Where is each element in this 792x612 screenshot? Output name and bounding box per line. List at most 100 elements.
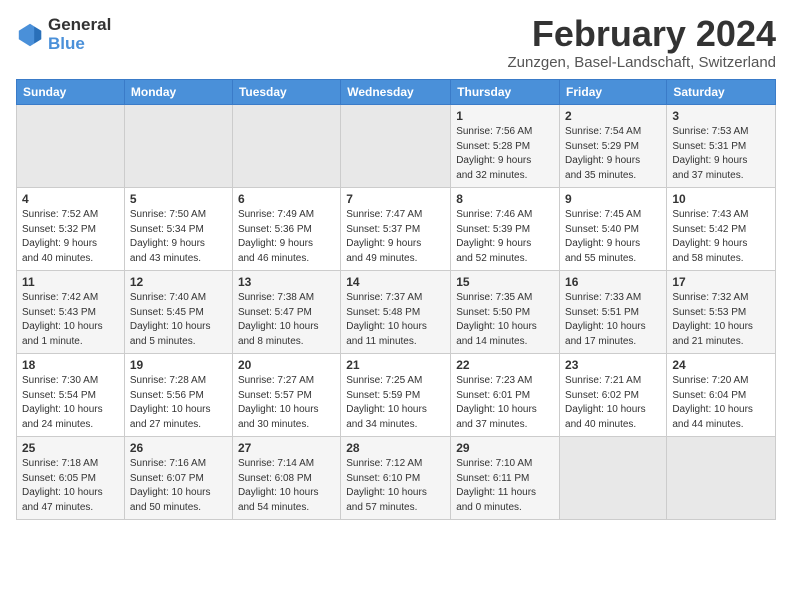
calendar-cell: 8 Sunrise: 7:46 AM Sunset: 5:39 PM Daylig… xyxy=(451,188,560,271)
calendar-cell: 9 Sunrise: 7:45 AM Sunset: 5:40 PM Daylig… xyxy=(560,188,667,271)
calendar-cell: 18 Sunrise: 7:30 AM Sunset: 5:54 PM Dayli… xyxy=(17,354,125,437)
weekday-header-saturday: Saturday xyxy=(667,80,776,105)
calendar-cell: 26 Sunrise: 7:16 AM Sunset: 6:07 PM Dayli… xyxy=(124,437,232,520)
day-info: Sunrise: 7:47 AM Sunset: 5:37 PM Dayligh… xyxy=(346,208,445,266)
day-info: Sunrise: 7:53 AM Sunset: 5:31 PM Dayligh… xyxy=(672,125,770,183)
day-number: 23 xyxy=(565,358,661,372)
calendar-cell: 11 Sunrise: 7:42 AM Sunset: 5:43 PM Dayli… xyxy=(17,271,125,354)
day-info: Sunrise: 7:49 AM Sunset: 5:36 PM Dayligh… xyxy=(238,208,335,266)
day-info: Sunrise: 7:30 AM Sunset: 5:54 PM Dayligh… xyxy=(22,374,119,432)
day-number: 7 xyxy=(346,192,445,206)
day-number: 20 xyxy=(238,358,335,372)
day-info: Sunrise: 7:42 AM Sunset: 5:43 PM Dayligh… xyxy=(22,291,119,349)
calendar-cell xyxy=(560,437,667,520)
calendar-cell: 12Sunrise: 7:40 AM Sunset: 5:45 PM Dayli… xyxy=(124,271,232,354)
day-number: 29 xyxy=(456,441,554,455)
week-row-1: 4Sunrise: 7:52 AM Sunset: 5:32 PM Daylig… xyxy=(17,188,776,271)
day-info: Sunrise: 7:46 AM Sunset: 5:39 PM Dayligh… xyxy=(456,208,554,266)
day-number: 5 xyxy=(130,192,227,206)
day-info: Sunrise: 7:23 AM Sunset: 6:01 PM Dayligh… xyxy=(456,374,554,432)
day-number: 22 xyxy=(456,358,554,372)
day-number: 3 xyxy=(672,109,770,123)
calendar-cell: 1 Sunrise: 7:56 AM Sunset: 5:28 PM Daylig… xyxy=(451,105,560,188)
weekday-header-friday: Friday xyxy=(560,80,667,105)
weekday-header-thursday: Thursday xyxy=(451,80,560,105)
week-row-0: 1 Sunrise: 7:56 AM Sunset: 5:28 PM Daylig… xyxy=(17,105,776,188)
day-number: 13 xyxy=(238,275,335,289)
day-info: Sunrise: 7:10 AM Sunset: 6:11 PM Dayligh… xyxy=(456,457,554,515)
day-number: 24 xyxy=(672,358,770,372)
calendar-cell: 23 Sunrise: 7:21 AM Sunset: 6:02 PM Dayli… xyxy=(560,354,667,437)
calendar-cell xyxy=(232,105,340,188)
day-number: 6 xyxy=(238,192,335,206)
day-info: Sunrise: 7:43 AM Sunset: 5:42 PM Dayligh… xyxy=(672,208,770,266)
day-number: 16 xyxy=(565,275,661,289)
weekday-header-tuesday: Tuesday xyxy=(232,80,340,105)
logo: General Blue xyxy=(16,16,111,53)
day-info: Sunrise: 7:32 AM Sunset: 5:53 PM Dayligh… xyxy=(672,291,770,349)
day-number: 25 xyxy=(22,441,119,455)
day-number: 10 xyxy=(672,192,770,206)
calendar-cell: 3 Sunrise: 7:53 AM Sunset: 5:31 PM Daylig… xyxy=(667,105,776,188)
day-info: Sunrise: 7:50 AM Sunset: 5:34 PM Dayligh… xyxy=(130,208,227,266)
weekday-header-wednesday: Wednesday xyxy=(341,80,451,105)
calendar-cell: 6 Sunrise: 7:49 AM Sunset: 5:36 PM Daylig… xyxy=(232,188,340,271)
day-info: Sunrise: 7:38 AM Sunset: 5:47 PM Dayligh… xyxy=(238,291,335,349)
weekday-header-monday: Monday xyxy=(124,80,232,105)
day-number: 26 xyxy=(130,441,227,455)
title-area: February 2024 Zunzgen, Basel-Landschaft,… xyxy=(508,16,776,71)
logo-text: General Blue xyxy=(48,16,111,53)
calendar-cell: 29 Sunrise: 7:10 AM Sunset: 6:11 PM Dayli… xyxy=(451,437,560,520)
day-info: Sunrise: 7:14 AM Sunset: 6:08 PM Dayligh… xyxy=(238,457,335,515)
calendar-cell: 16 Sunrise: 7:33 AM Sunset: 5:51 PM Dayli… xyxy=(560,271,667,354)
calendar-cell: 28 Sunrise: 7:12 AM Sunset: 6:10 PM Dayli… xyxy=(341,437,451,520)
day-info: Sunrise: 7:45 AM Sunset: 5:40 PM Dayligh… xyxy=(565,208,661,266)
day-info: Sunrise: 7:54 AM Sunset: 5:29 PM Dayligh… xyxy=(565,125,661,183)
day-number: 18 xyxy=(22,358,119,372)
day-number: 1 xyxy=(456,109,554,123)
calendar-cell xyxy=(341,105,451,188)
week-row-4: 25Sunrise: 7:18 AM Sunset: 6:05 PM Dayli… xyxy=(17,437,776,520)
calendar-cell xyxy=(667,437,776,520)
day-info: Sunrise: 7:27 AM Sunset: 5:57 PM Dayligh… xyxy=(238,374,335,432)
day-info: Sunrise: 7:20 AM Sunset: 6:04 PM Dayligh… xyxy=(672,374,770,432)
calendar-cell: 20 Sunrise: 7:27 AM Sunset: 5:57 PM Dayli… xyxy=(232,354,340,437)
calendar-cell xyxy=(124,105,232,188)
day-info: Sunrise: 7:52 AM Sunset: 5:32 PM Dayligh… xyxy=(22,208,119,266)
day-info: Sunrise: 7:12 AM Sunset: 6:10 PM Dayligh… xyxy=(346,457,445,515)
day-number: 28 xyxy=(346,441,445,455)
calendar-cell: 19Sunrise: 7:28 AM Sunset: 5:56 PM Dayli… xyxy=(124,354,232,437)
day-number: 2 xyxy=(565,109,661,123)
month-title: February 2024 xyxy=(508,16,776,52)
calendar-cell: 14Sunrise: 7:37 AM Sunset: 5:48 PM Dayli… xyxy=(341,271,451,354)
calendar-cell: 13 Sunrise: 7:38 AM Sunset: 5:47 PM Dayli… xyxy=(232,271,340,354)
day-number: 21 xyxy=(346,358,445,372)
calendar-cell: 5 Sunrise: 7:50 AM Sunset: 5:34 PM Daylig… xyxy=(124,188,232,271)
day-number: 12 xyxy=(130,275,227,289)
day-number: 27 xyxy=(238,441,335,455)
day-info: Sunrise: 7:56 AM Sunset: 5:28 PM Dayligh… xyxy=(456,125,554,183)
page-header: General Blue February 2024 Zunzgen, Base… xyxy=(16,16,776,71)
day-info: Sunrise: 7:35 AM Sunset: 5:50 PM Dayligh… xyxy=(456,291,554,349)
calendar-cell: 25Sunrise: 7:18 AM Sunset: 6:05 PM Dayli… xyxy=(17,437,125,520)
day-info: Sunrise: 7:25 AM Sunset: 5:59 PM Dayligh… xyxy=(346,374,445,432)
day-number: 8 xyxy=(456,192,554,206)
day-number: 9 xyxy=(565,192,661,206)
calendar-table: SundayMondayTuesdayWednesdayThursdayFrid… xyxy=(16,79,776,520)
day-info: Sunrise: 7:16 AM Sunset: 6:07 PM Dayligh… xyxy=(130,457,227,515)
calendar-cell: 17Sunrise: 7:32 AM Sunset: 5:53 PM Dayli… xyxy=(667,271,776,354)
week-row-2: 11 Sunrise: 7:42 AM Sunset: 5:43 PM Dayli… xyxy=(17,271,776,354)
day-info: Sunrise: 7:28 AM Sunset: 5:56 PM Dayligh… xyxy=(130,374,227,432)
calendar-cell: 22 Sunrise: 7:23 AM Sunset: 6:01 PM Dayli… xyxy=(451,354,560,437)
calendar-cell: 7 Sunrise: 7:47 AM Sunset: 5:37 PM Daylig… xyxy=(341,188,451,271)
weekday-header-sunday: Sunday xyxy=(17,80,125,105)
calendar-cell xyxy=(17,105,125,188)
day-number: 11 xyxy=(22,275,119,289)
calendar-cell: 24 Sunrise: 7:20 AM Sunset: 6:04 PM Dayli… xyxy=(667,354,776,437)
logo-icon xyxy=(16,21,44,49)
day-info: Sunrise: 7:37 AM Sunset: 5:48 PM Dayligh… xyxy=(346,291,445,349)
day-info: Sunrise: 7:21 AM Sunset: 6:02 PM Dayligh… xyxy=(565,374,661,432)
calendar-cell: 27 Sunrise: 7:14 AM Sunset: 6:08 PM Dayli… xyxy=(232,437,340,520)
day-info: Sunrise: 7:33 AM Sunset: 5:51 PM Dayligh… xyxy=(565,291,661,349)
calendar-cell: 10 Sunrise: 7:43 AM Sunset: 5:42 PM Dayli… xyxy=(667,188,776,271)
